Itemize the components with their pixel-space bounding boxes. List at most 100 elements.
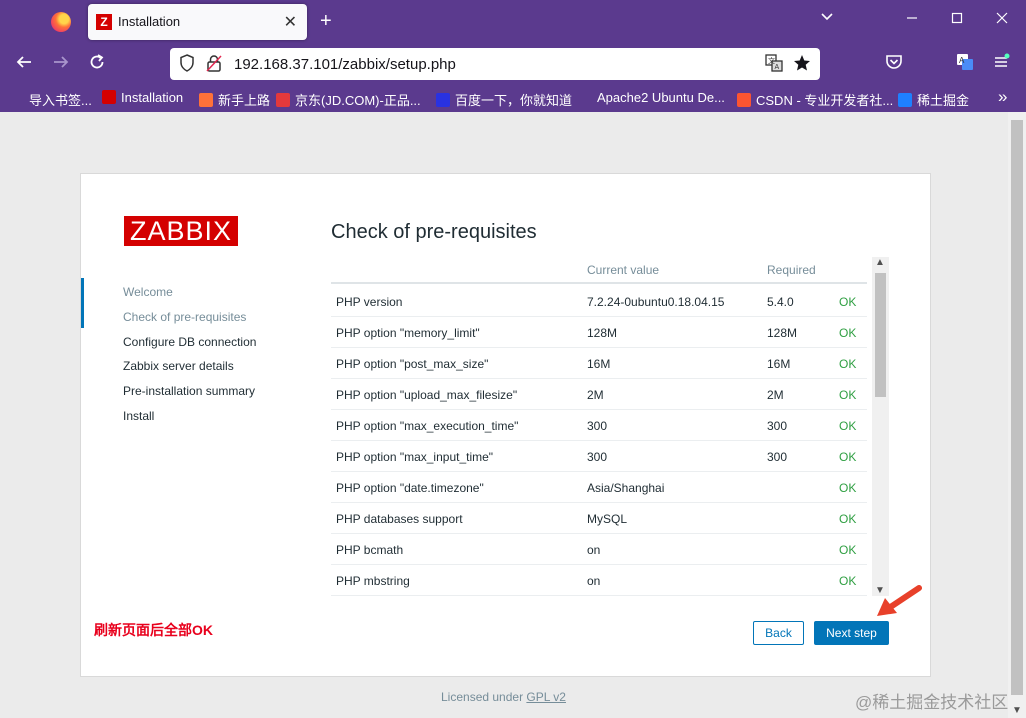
row-required-cell: 128M [767, 326, 798, 340]
row-current-cell: MySQL [587, 512, 628, 526]
row-required-cell: 300 [767, 450, 788, 464]
pocket-icon[interactable] [883, 53, 905, 76]
bookmark-star-icon[interactable] [793, 54, 811, 78]
url-text[interactable]: 192.168.37.101/zabbix/setup.php [234, 56, 456, 73]
bookmark-item[interactable]: juejin-icon 稀土掘金 [898, 90, 969, 109]
bookmarks-overflow-icon[interactable]: » [998, 87, 1007, 107]
row-status-cell: OK [839, 574, 857, 588]
column-required: Required [767, 263, 816, 277]
translate-icon[interactable]: 文A [765, 54, 783, 78]
bookmark-item[interactable]: firefox-icon 新手上路 [199, 90, 270, 109]
list-tabs-chevron-icon[interactable] [815, 10, 839, 30]
footer-license: Licensed under GPL v2 [441, 690, 566, 704]
row-current-cell: on [587, 543, 601, 557]
prerequisites-table: Current value Required PHP version 7.2.24… [331, 257, 889, 596]
table-row: PHP databases support MySQL OK [331, 503, 867, 534]
table-row: PHP mbstring on OK [331, 565, 867, 596]
setup-card: ZABBIX Welcome Check of pre-requisites Con… [80, 173, 931, 677]
tab-title: Installation [118, 14, 181, 29]
row-name-cell: PHP option "max_input_time" [336, 450, 494, 464]
page-scroll-down-icon[interactable]: ▼ [1012, 705, 1022, 716]
row-current-cell: 128M [587, 326, 618, 340]
row-current-cell: Asia/Shanghai [587, 481, 665, 495]
row-status-cell: OK [839, 450, 857, 464]
bookmark-favicon-icon: juejin-icon [898, 93, 912, 107]
forward-arrow-icon[interactable] [50, 53, 72, 76]
bookmark-label: 京东(JD.COM)-正品... [295, 93, 421, 108]
annotation-text: 刷新页面后全部OK [94, 622, 213, 638]
bookmark-favicon-icon: globe-icon [578, 90, 592, 104]
bookmark-item[interactable]: import-icon 导入书签... [10, 90, 92, 109]
svg-text:A: A [959, 56, 965, 65]
close-window-button[interactable] [990, 10, 1014, 30]
row-name-cell: PHP option "memory_limit" [336, 326, 480, 340]
table-row: PHP option "max_execution_time" 300 300 OK [331, 410, 867, 441]
table-row: PHP option "post_max_size" 16M 16M OK [331, 348, 867, 379]
table-row: PHP option "date.timezone" Asia/Shanghai O… [331, 472, 867, 503]
bookmark-item[interactable]: JD 京东(JD.COM)-正品... [276, 90, 421, 109]
next-step-button[interactable]: Next step [814, 621, 889, 645]
bookmark-item[interactable]: Z Installation [102, 90, 183, 105]
bookmark-favicon-icon: import-icon [10, 93, 24, 107]
row-status-cell: OK [839, 326, 857, 340]
translate-extension-icon[interactable]: A [954, 53, 976, 76]
row-status-cell: OK [839, 295, 857, 309]
row-status-cell: OK [839, 481, 857, 495]
new-tab-button[interactable]: + [320, 10, 332, 32]
row-required-cell: 2M [767, 388, 784, 402]
annotation-arrow-icon [877, 585, 922, 616]
row-status-cell: OK [839, 512, 857, 526]
row-current-cell: 16M [587, 357, 611, 371]
row-status-cell: OK [839, 388, 857, 402]
menu-hamburger-icon[interactable] [990, 53, 1012, 76]
page-scrollbar-thumb[interactable] [1011, 120, 1023, 695]
bookmark-favicon-icon: Z [102, 90, 116, 104]
row-status-cell: OK [839, 419, 857, 433]
bookmark-item[interactable]: baidu-icon 百度一下，你就知道 [436, 90, 572, 109]
footer-license-text: Licensed under [441, 690, 524, 704]
row-required-cell: 16M [767, 357, 791, 371]
firefox-logo-icon[interactable] [51, 12, 71, 32]
current-step-marker [81, 278, 84, 328]
tab-installation[interactable]: Z Installation ✕ [88, 4, 307, 40]
table-row: PHP bcmath on OK [331, 534, 867, 565]
tab-close-icon[interactable]: ✕ [284, 12, 297, 32]
minimize-button[interactable] [900, 10, 924, 30]
table-scrollbar[interactable]: ▲ ▼ [872, 257, 889, 596]
table-row: PHP version 7.2.24-0ubuntu0.18.04.15 5.4.0… [331, 286, 867, 317]
setup-step-item: Welcome [123, 285, 173, 299]
zabbix-favicon-icon: Z [96, 14, 112, 30]
reload-icon[interactable] [86, 53, 108, 76]
gpl-license-link[interactable]: GPL v2 [526, 690, 566, 704]
shield-icon[interactable] [179, 54, 195, 78]
page-title: Check of pre-requisites [331, 221, 537, 243]
table-header: Current value Required [331, 257, 867, 284]
svg-text:A: A [775, 64, 780, 71]
row-status-cell: OK [839, 357, 857, 371]
bookmark-item[interactable]: C CSDN - 专业开发者社... [737, 90, 893, 109]
insecure-lock-icon[interactable] [206, 54, 222, 78]
maximize-button[interactable] [945, 10, 969, 30]
table-scrollbar-thumb[interactable] [875, 273, 886, 397]
row-name-cell: PHP option "date.timezone" [336, 481, 484, 495]
row-current-cell: 7.2.24-0ubuntu0.18.04.15 [587, 295, 725, 309]
bookmark-label: 新手上路 [218, 93, 271, 108]
bookmark-favicon-icon: JD [276, 93, 290, 107]
row-required-cell: 5.4.0 [767, 295, 794, 309]
table-row: PHP option "memory_limit" 128M 128M OK [331, 317, 867, 348]
bookmark-label: CSDN - 专业开发者社... [756, 93, 894, 108]
row-status-cell: OK [839, 543, 857, 557]
scroll-up-chevron-icon[interactable]: ▲ [875, 257, 885, 268]
zabbix-logo: ZABBIX [124, 216, 238, 246]
back-button[interactable]: Back [753, 621, 804, 645]
bookmark-label: Apache2 Ubuntu De... [597, 90, 725, 105]
page-scrollbar[interactable]: ▼ [1008, 112, 1026, 718]
bookmark-label: 百度一下，你就知道 [455, 93, 573, 108]
setup-step-item: Install [123, 409, 155, 423]
bookmark-item[interactable]: globe-icon Apache2 Ubuntu De... [578, 90, 725, 105]
row-name-cell: PHP option "max_execution_time" [336, 419, 519, 433]
column-current-value: Current value [587, 263, 660, 277]
back-arrow-icon[interactable] [13, 53, 35, 76]
table-row: PHP option "upload_max_filesize" 2M 2M OK [331, 379, 867, 410]
address-bar[interactable]: 192.168.37.101/zabbix/setup.php 文A [170, 48, 820, 80]
